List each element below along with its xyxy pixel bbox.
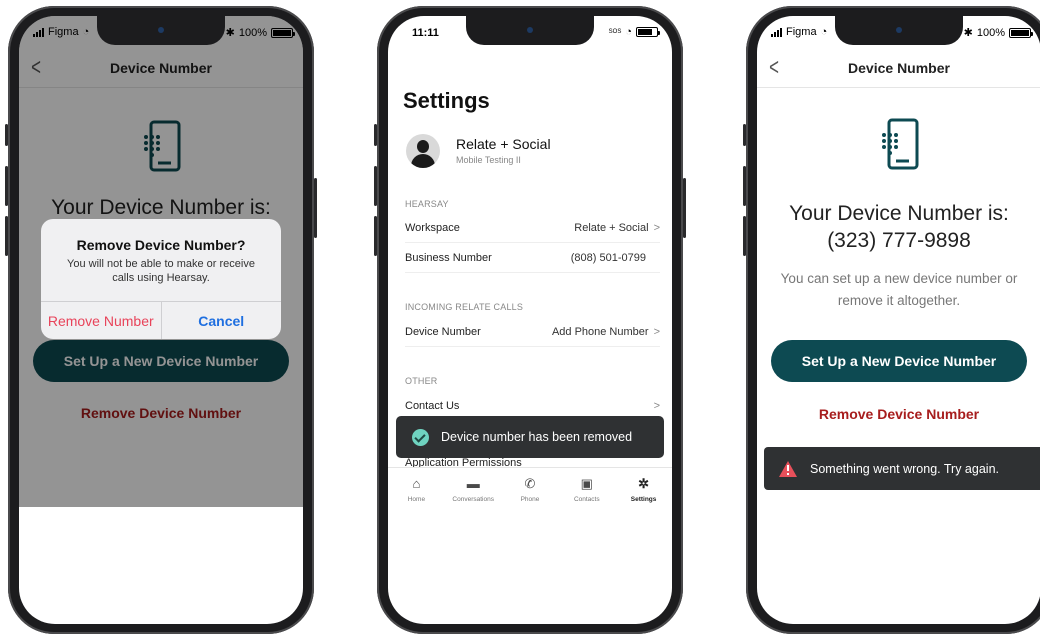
- row-label: Device Number: [405, 326, 481, 338]
- bluetooth-icon: ✱: [225, 27, 235, 39]
- mockup-stage: Figma ◔ ✱ 100% < Device Number Your Devi…: [0, 0, 1040, 635]
- nav-bar: < Device Number: [757, 48, 1040, 88]
- profile-card[interactable]: Relate + Social Mobile Testing II: [406, 134, 660, 174]
- carrier-label: Figma: [48, 26, 79, 38]
- notch: [466, 16, 594, 45]
- avatar: [406, 134, 440, 168]
- nav-title: Device Number: [848, 59, 950, 76]
- setup-new-number-button[interactable]: Set Up a New Device Number: [771, 340, 1027, 382]
- toast-message: Device number has been removed: [441, 430, 633, 444]
- remove-number-button[interactable]: Remove Number: [41, 302, 162, 339]
- battery-label: 100%: [238, 26, 267, 39]
- row-device-number[interactable]: Device Number Add Phone Number >: [405, 317, 660, 347]
- row-business-number[interactable]: Business Number (808) 501-0799: [405, 243, 660, 273]
- screen: 11:11 SOS ◔ Settings Relate + Social Mob…: [388, 16, 672, 624]
- remove-confirm-dialog: Remove Device Number? You will not be ab…: [41, 219, 281, 339]
- device-number-description: You can set up a new device number or re…: [780, 271, 1018, 308]
- tab-bar: ⌂ Home ▬ Conversations ✆ Phone ▣ Contacts ✲ S…: [388, 467, 672, 513]
- battery-icon: [271, 27, 295, 38]
- phone-settings: 11:11 SOS ◔ Settings Relate + Social Mob…: [374, 6, 686, 634]
- chevron-right-icon: >: [653, 326, 660, 338]
- row-label: Business Number: [405, 252, 492, 264]
- battery-icon: [1009, 27, 1033, 38]
- page-title: Settings: [403, 88, 490, 113]
- chevron-right-icon: >: [653, 222, 660, 234]
- wifi-icon: ◔: [625, 26, 632, 38]
- wifi-icon: ◔: [820, 26, 828, 38]
- tab-label: Settings: [630, 496, 657, 503]
- wifi-icon: ◔: [82, 26, 90, 38]
- device-phone-icon: [882, 118, 919, 170]
- device-number-heading: Your Device Number is:: [789, 202, 1009, 225]
- section-header-hearsay: HEARSAY: [405, 199, 449, 209]
- chevron-right-icon: >: [653, 400, 660, 412]
- check-circle-icon: [412, 428, 429, 446]
- section-header-other: OTHER: [405, 376, 438, 386]
- warning-icon: [779, 460, 797, 477]
- row-value: Add Phone Number: [551, 326, 649, 338]
- tab-label: Conversations: [452, 496, 494, 503]
- section-header-incoming: INCOMING RELATE CALLS: [405, 302, 524, 312]
- row-value: Relate + Social: [574, 222, 649, 234]
- profile-subtitle: Mobile Testing II: [456, 155, 521, 165]
- screen: Figma ◔ ✱ 100% < Device Number Your Devi…: [19, 16, 303, 624]
- phone-icon: ✆: [524, 476, 536, 491]
- gear-icon: ✲: [638, 476, 650, 491]
- tab-contacts[interactable]: ▣ Contacts: [558, 468, 615, 513]
- tab-phone[interactable]: ✆ Phone: [502, 468, 559, 513]
- row-label: Contact Us: [405, 400, 460, 412]
- error-toast: Something went wrong. Try again.: [764, 447, 1040, 490]
- chat-bubble-icon: ▬: [466, 476, 480, 491]
- row-workspace[interactable]: Workspace Relate + Social >: [405, 213, 660, 243]
- clock-label: 11:11: [412, 27, 439, 39]
- battery-label: 100%: [976, 26, 1005, 39]
- signal-icon: [33, 27, 44, 37]
- tab-settings[interactable]: ✲ Settings: [615, 468, 672, 513]
- bluetooth-icon: ✱: [963, 27, 973, 39]
- tab-conversations[interactable]: ▬ Conversations: [445, 468, 502, 513]
- row-value: (808) 501-0799: [570, 252, 646, 264]
- tab-label: Home: [407, 496, 426, 503]
- screen: Figma ◔ ✱ 100% < Device Number Your Devi…: [757, 16, 1040, 624]
- phone-remove-dialog: Figma ◔ ✱ 100% < Device Number Your Devi…: [5, 6, 317, 634]
- carrier-label: Figma: [786, 26, 817, 38]
- remove-device-number-link[interactable]: Remove Device Number: [757, 406, 1040, 422]
- toast-message: Something went wrong. Try again.: [810, 461, 999, 476]
- tab-label: Contacts: [573, 496, 600, 503]
- back-chevron-icon[interactable]: <: [769, 54, 779, 82]
- home-icon: ⌂: [412, 476, 421, 491]
- success-toast: Device number has been removed: [396, 416, 664, 458]
- phone-error: Figma ◔ ✱ 100% < Device Number Your Devi…: [743, 6, 1040, 634]
- profile-name: Relate + Social: [456, 136, 551, 152]
- notch: [835, 16, 963, 45]
- notch: [97, 16, 225, 45]
- signal-icon: [771, 27, 782, 37]
- contact-card-icon: ▣: [580, 476, 593, 491]
- dialog-title: Remove Device Number?: [76, 237, 246, 253]
- dialog-message: You will not be able to make or receive …: [67, 258, 255, 284]
- row-label: Workspace: [405, 222, 460, 234]
- sos-label: SOS: [608, 29, 622, 35]
- device-number-value: (323) 777-9898: [827, 229, 971, 252]
- tab-label: Phone: [520, 496, 540, 503]
- tab-home[interactable]: ⌂ Home: [388, 468, 445, 513]
- cancel-button[interactable]: Cancel: [162, 302, 282, 339]
- battery-icon: [636, 27, 660, 37]
